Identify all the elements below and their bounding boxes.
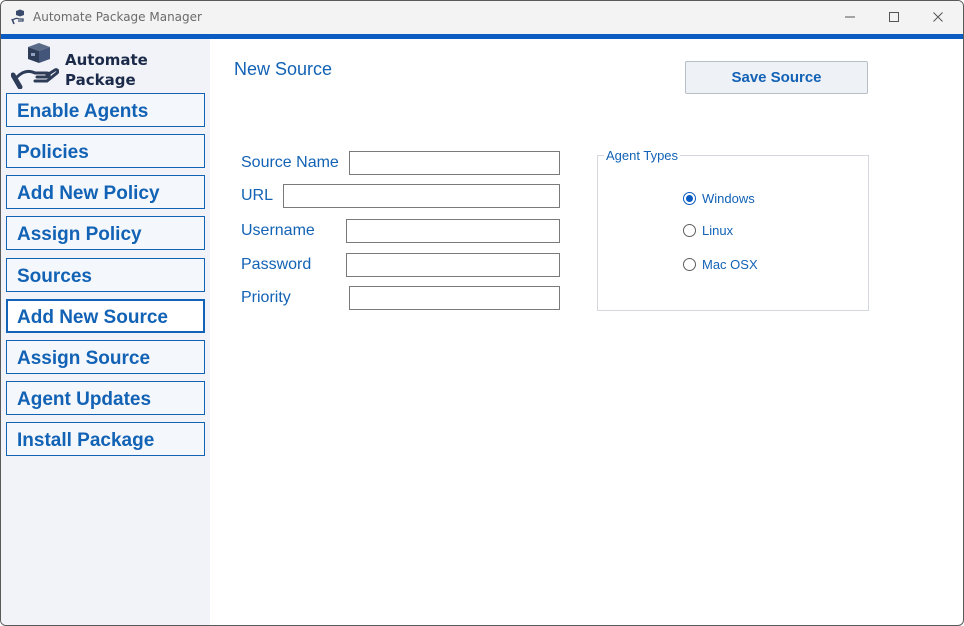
- sidebar-item-assign-policy[interactable]: Assign Policy: [6, 216, 205, 250]
- sidebar-item-agent-updates[interactable]: Agent Updates: [6, 381, 205, 415]
- maximize-button[interactable]: [871, 1, 917, 33]
- radio-button-checked[interactable]: [683, 192, 696, 205]
- sidebar-item-label: Install Package: [17, 430, 155, 451]
- save-source-button[interactable]: Save Source: [685, 61, 868, 94]
- password-label: Password: [241, 256, 312, 273]
- sidebar-item-enable-agents[interactable]: Enable Agents: [6, 93, 205, 127]
- priority-label: Priority: [241, 289, 291, 306]
- sidebar-item-label: Assign Source: [17, 348, 151, 369]
- sidebar-item-add-new-policy[interactable]: Add New Policy: [6, 175, 205, 209]
- radio-button[interactable]: [683, 258, 696, 271]
- title-bar: Automate Package Manager: [1, 1, 963, 34]
- agent-types-legend: Agent Types: [604, 148, 681, 163]
- sidebar-item-label: Enable Agents: [17, 101, 149, 122]
- app-logo: Automate Package Manager: [11, 43, 207, 109]
- sidebar-item-policies[interactable]: Policies: [6, 134, 205, 168]
- app-window: Automate Package Manager Automate Packag…: [0, 0, 964, 626]
- sidebar-item-label: Agent Updates: [17, 389, 152, 410]
- sidebar: Automate Package Manager Enable Agents P…: [1, 39, 210, 625]
- minimize-button[interactable]: [827, 1, 873, 33]
- sidebar-item-label: Add New Policy: [17, 183, 160, 204]
- radio-label: Mac OSX: [702, 257, 758, 272]
- close-icon: [933, 12, 943, 22]
- logo-line-1: Automate: [65, 51, 148, 69]
- radio-label: Linux: [702, 223, 734, 238]
- username-input[interactable]: [346, 219, 560, 243]
- source-name-input[interactable]: [349, 151, 560, 175]
- url-label: URL: [241, 187, 274, 204]
- sidebar-item-label: Add New Source: [17, 307, 168, 328]
- package-hand-logo: [11, 43, 59, 89]
- sidebar-item-add-new-source[interactable]: Add New Source: [6, 299, 205, 333]
- page-title: New Source: [234, 59, 333, 79]
- username-label: Username: [241, 222, 315, 239]
- sidebar-item-assign-source[interactable]: Assign Source: [6, 340, 205, 374]
- sidebar-item-label: Sources: [17, 266, 92, 287]
- minimize-icon: [845, 16, 855, 18]
- url-input[interactable]: [283, 184, 560, 208]
- sidebar-item-label: Policies: [17, 142, 89, 163]
- window-title: Automate Package Manager: [33, 10, 202, 24]
- sidebar-item-install-package[interactable]: Install Package: [6, 422, 205, 456]
- priority-input[interactable]: [349, 286, 560, 310]
- source-name-label: Source Name: [241, 154, 339, 171]
- sidebar-item-label: Assign Policy: [17, 224, 142, 245]
- maximize-icon: [889, 12, 899, 22]
- radio-label: Windows: [702, 191, 755, 206]
- sidebar-item-sources[interactable]: Sources: [6, 258, 205, 292]
- close-button[interactable]: [915, 1, 961, 33]
- password-input[interactable]: [346, 253, 560, 277]
- radio-button[interactable]: [683, 224, 696, 237]
- package-app-icon: [11, 9, 24, 25]
